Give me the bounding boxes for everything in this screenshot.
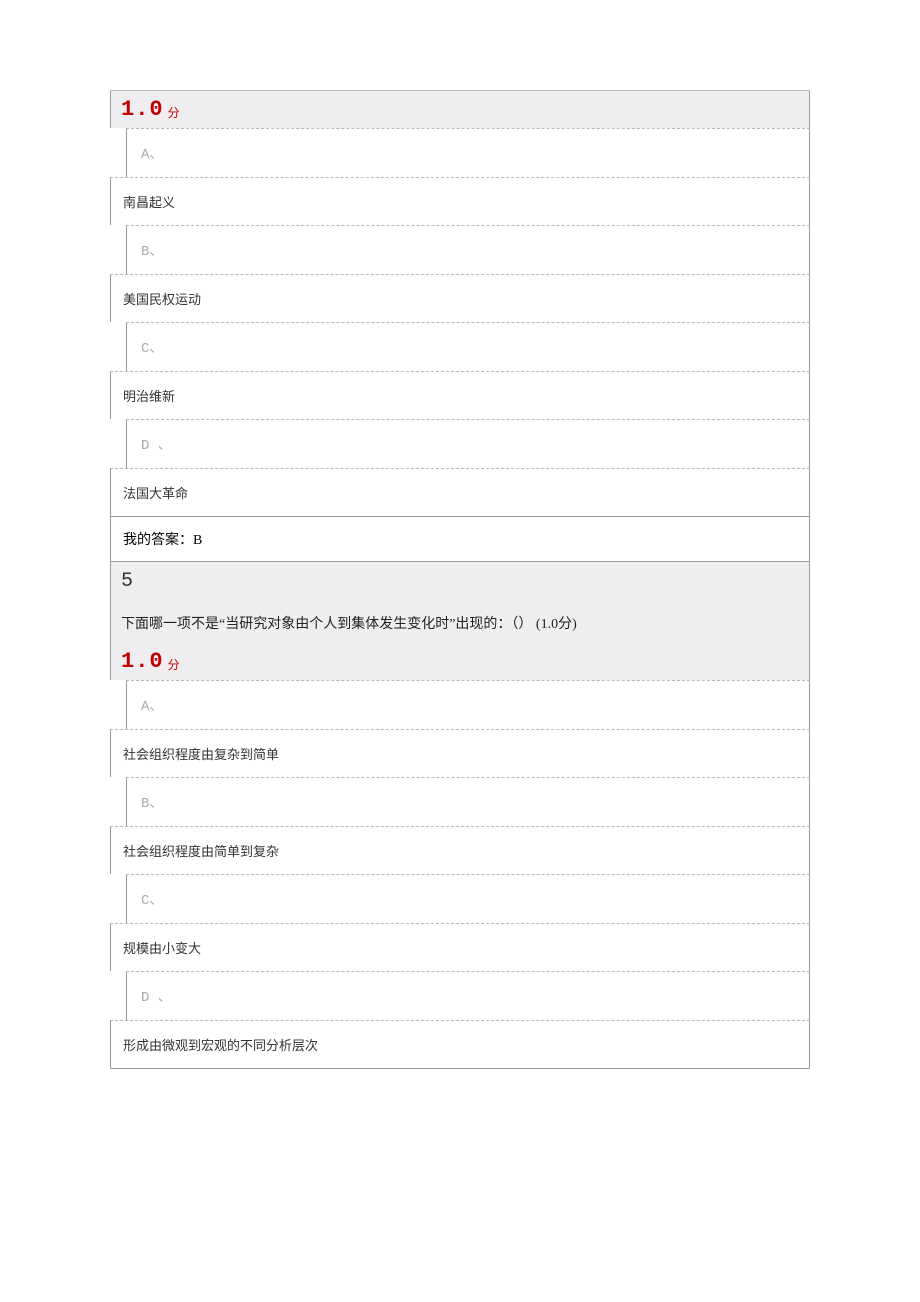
option-letter: B、 bbox=[141, 796, 163, 812]
q4-my-answer: 我的答案：B bbox=[110, 516, 810, 561]
q4-option-b-letter-row: B、 bbox=[126, 225, 810, 274]
option-letter: D 、 bbox=[141, 438, 172, 454]
q5-score-value: 1.0 bbox=[121, 649, 164, 674]
option-letter: B、 bbox=[141, 244, 163, 260]
q4-score-unit: 分 bbox=[168, 104, 180, 121]
q4-option-b-text: 美国民权运动 bbox=[110, 274, 810, 322]
q5-option-d-letter-row: D 、 bbox=[126, 971, 810, 1020]
q4-option-a-text: 南昌起义 bbox=[110, 177, 810, 225]
q4-option-d-letter-row: D 、 bbox=[126, 419, 810, 468]
option-letter: A、 bbox=[141, 699, 163, 715]
option-letter: C、 bbox=[141, 341, 163, 357]
document-page: 1.0 分 A、 南昌起义 B、 美国民权运动 C、 明治维新 D 、 法国大革… bbox=[0, 0, 920, 1169]
q5-option-b-text: 社会组织程度由简单到复杂 bbox=[110, 826, 810, 874]
q4-score-value: 1.0 bbox=[121, 97, 164, 122]
q4-score-row: 1.0 分 bbox=[110, 90, 810, 128]
q5-option-b-letter-row: B、 bbox=[126, 777, 810, 826]
q5-score-unit: 分 bbox=[168, 656, 180, 673]
q5-option-d-text: 形成由微观到宏观的不同分析层次 bbox=[110, 1020, 810, 1069]
q5-score-row: 1.0 分 bbox=[110, 643, 810, 680]
q4-option-c-text: 明治维新 bbox=[110, 371, 810, 419]
option-letter: A、 bbox=[141, 147, 163, 163]
q4-option-a-letter-row: A、 bbox=[126, 128, 810, 177]
q5-number: 5 bbox=[121, 570, 133, 593]
q5-option-c-text: 规模由小变大 bbox=[110, 923, 810, 971]
q5-option-a-letter-row: A、 bbox=[126, 680, 810, 729]
q5-option-c-letter-row: C、 bbox=[126, 874, 810, 923]
q4-option-d-text: 法国大革命 bbox=[110, 468, 810, 516]
q5-question-text: 下面哪一项不是“当研究对象由个人到集体发生变化时”出现的：（） (1.0分) bbox=[110, 597, 810, 643]
option-letter: D 、 bbox=[141, 990, 172, 1006]
q5-option-a-text: 社会组织程度由复杂到简单 bbox=[110, 729, 810, 777]
q5-number-row: 5 bbox=[110, 561, 810, 597]
q4-option-c-letter-row: C、 bbox=[126, 322, 810, 371]
option-letter: C、 bbox=[141, 893, 163, 909]
